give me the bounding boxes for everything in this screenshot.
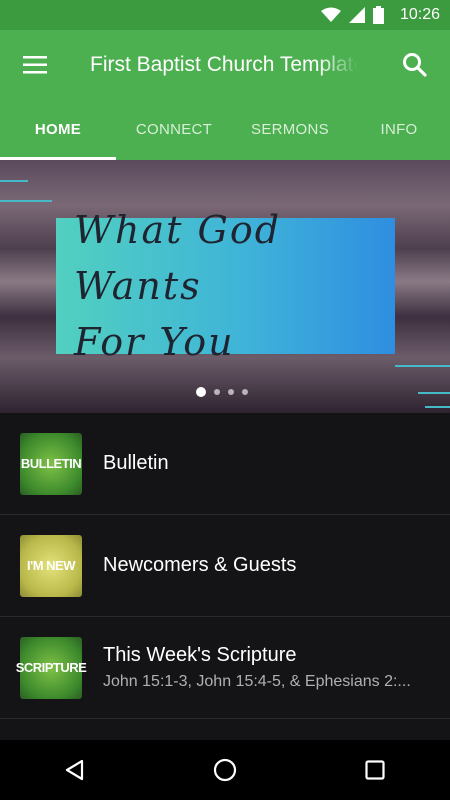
toolbar-title: First Baptist Church Template (90, 53, 358, 77)
carousel-dot[interactable] (228, 389, 234, 395)
list-item-title: This Week's Scripture (103, 644, 297, 666)
content-list: BULLETIN Bulletin I'M NEW Newcomers & Gu… (0, 413, 450, 719)
back-button[interactable] (45, 740, 105, 800)
hamburger-icon (23, 56, 47, 74)
status-time: 10:26 (399, 6, 440, 23)
decorative-streak (425, 406, 450, 408)
home-button[interactable] (195, 740, 255, 800)
tab-info[interactable]: INFO (348, 100, 450, 160)
carousel-page-indicator (196, 387, 248, 397)
list-item-bulletin[interactable]: BULLETIN Bulletin (0, 413, 450, 515)
banner-title-line-1: What God Wants (74, 208, 282, 308)
home-icon (213, 758, 237, 782)
banner-carousel[interactable]: What God Wants For You (0, 160, 450, 413)
list-item-title: Bulletin (103, 452, 169, 474)
decorative-streak (0, 200, 52, 202)
recents-icon (365, 760, 385, 780)
battery-icon (372, 6, 384, 24)
banner-title-line-2: For You (74, 320, 235, 364)
list-item-scripture[interactable]: SCRIPTURE This Week's Scripture John 15:… (0, 617, 450, 719)
list-item-newcomers[interactable]: I'M NEW Newcomers & Guests (0, 515, 450, 617)
tab-home[interactable]: HOME (0, 100, 116, 160)
back-icon (65, 759, 84, 781)
bulletin-thumbnail: BULLETIN (20, 432, 82, 495)
recents-button[interactable] (345, 740, 405, 800)
tab-sermons[interactable]: SERMONS (232, 100, 348, 160)
status-bar: 10:26 (0, 0, 450, 30)
wifi-icon (320, 7, 341, 22)
search-icon (403, 53, 427, 77)
scripture-thumbnail: SCRIPTURE (16, 636, 87, 699)
carousel-dot[interactable] (196, 387, 206, 397)
signal-icon (348, 7, 365, 23)
newcomers-thumbnail: I'M NEW (20, 534, 82, 597)
tab-connect[interactable]: CONNECT (116, 100, 232, 160)
system-nav-bar (0, 740, 450, 800)
app-toolbar: First Baptist Church Template (0, 30, 450, 100)
menu-button[interactable] (0, 30, 70, 100)
banner-title-card: What God Wants For You (56, 208, 395, 364)
decorative-streak (418, 392, 450, 394)
decorative-streak (395, 365, 450, 367)
decorative-streak (0, 180, 28, 182)
search-button[interactable] (402, 52, 428, 78)
list-item-subtitle: John 15:1-3, John 15:4-5, & Ephesians 2:… (103, 673, 411, 690)
carousel-dot[interactable] (214, 389, 220, 395)
tab-bar: HOME CONNECT SERMONS INFO (0, 100, 450, 160)
carousel-dot[interactable] (242, 389, 248, 395)
list-item-title: Newcomers & Guests (103, 554, 297, 576)
